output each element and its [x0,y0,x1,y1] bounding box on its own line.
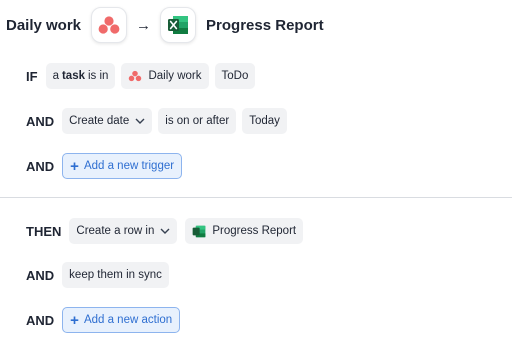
chevron-down-icon [160,226,170,237]
section-chip[interactable]: ToDo [214,63,256,89]
plus-icon: + [70,311,79,329]
trigger-row: IF a task is in Daily work ToDo [26,63,261,89]
arrow-icon: → [136,16,152,34]
excel-icon [192,225,206,238]
sync-row: AND keep them in sync [26,262,175,288]
asana-icon [91,7,128,43]
action-row: THEN Create a row in Progress Report [26,218,309,244]
task-prefix: a [52,70,59,82]
target-chip[interactable]: Progress Report [185,218,304,244]
task-suffix: is in [88,70,109,82]
action-label: Create a row in [76,225,155,237]
and-keyword: AND [26,113,55,129]
trigger-object-chip[interactable]: a task is in [45,63,116,89]
target-name: Progress Report [212,225,297,237]
asana-icon [128,70,142,82]
sync-chip[interactable]: keep them in sync [62,262,169,288]
if-keyword: IF [26,68,38,84]
action-dropdown[interactable]: Create a row in [69,218,178,244]
value-chip[interactable]: Today [242,108,287,134]
excel-icon [160,7,197,43]
and-keyword: AND [26,312,55,328]
chevron-down-icon [135,116,145,127]
then-keyword: THEN [26,223,62,239]
field-dropdown[interactable]: Create date [62,108,153,134]
condition-row: AND Create date is on or after Today [26,108,293,134]
add-trigger-row: AND + Add a new trigger [26,153,183,179]
and-keyword: AND [26,267,55,283]
add-action-label: Add a new action [83,314,173,326]
plus-icon: + [70,157,79,175]
add-action-row: AND + Add a new action [26,307,181,333]
section-divider [0,197,512,198]
field-label: Create date [69,115,130,127]
operator-chip[interactable]: is on or after [158,108,237,134]
source-app-name: Daily work [6,16,82,34]
project-name: Daily work [148,70,202,82]
rule-header: Daily work → Progress Report [6,5,324,45]
task-keyword: task [61,70,85,82]
project-chip[interactable]: Daily work [121,63,209,89]
and-keyword: AND [26,158,55,174]
add-trigger-button[interactable]: + Add a new trigger [62,153,183,179]
target-app-name: Progress Report [206,16,324,34]
add-action-button[interactable]: + Add a new action [62,307,181,333]
add-trigger-label: Add a new trigger [83,160,175,172]
